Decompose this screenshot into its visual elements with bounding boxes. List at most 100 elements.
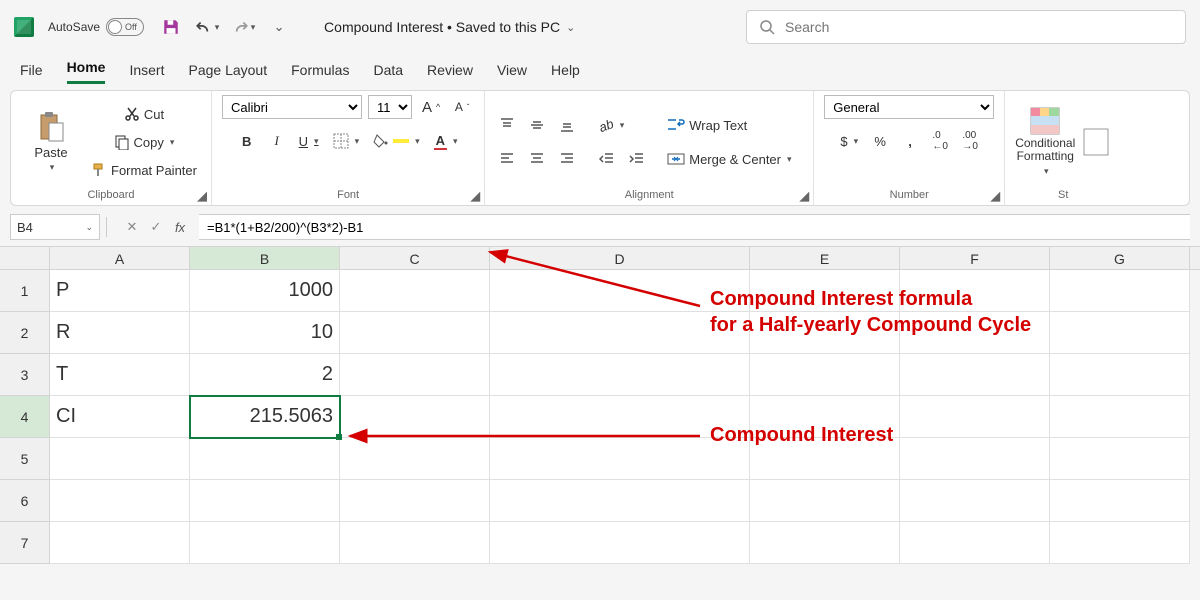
col-header-G[interactable]: G [1050,247,1190,269]
cell-D7[interactable] [490,522,750,564]
paste-button[interactable]: Paste ▾ [21,102,81,182]
cell-F6[interactable] [900,480,1050,522]
increase-indent-button[interactable] [625,147,649,171]
cell-F1[interactable] [900,270,1050,312]
cell-E4[interactable] [750,396,900,438]
cell-G6[interactable] [1050,480,1190,522]
insert-function-button[interactable]: fx [169,216,191,238]
underline-button[interactable]: U▾ [295,129,323,153]
align-center-button[interactable] [525,147,549,171]
cell-B7[interactable] [190,522,340,564]
name-box[interactable]: B4 ⌄ [10,214,100,240]
autosave-toggle[interactable]: Off [106,18,144,36]
search-box[interactable] [746,10,1186,44]
row-header-6[interactable]: 6 [0,480,50,522]
redo-button[interactable]: ▾ [230,14,256,40]
decrease-indent-button[interactable] [595,147,619,171]
row-header-5[interactable]: 5 [0,438,50,480]
row-header-2[interactable]: 2 [0,312,50,354]
align-top-button[interactable] [495,113,519,137]
cell-D4[interactable] [490,396,750,438]
decrease-font-button[interactable]: Aˇ [450,95,474,119]
cell-C5[interactable] [340,438,490,480]
cell-E6[interactable] [750,480,900,522]
cell-A5[interactable] [50,438,190,480]
clipboard-launcher[interactable]: ◢ [195,189,209,203]
cell-E5[interactable] [750,438,900,480]
increase-font-button[interactable]: A^ [418,95,444,119]
tab-view[interactable]: View [497,62,527,84]
decrease-decimal-button[interactable]: .00→0 [958,129,982,153]
cell-B2[interactable]: 10 [190,312,340,354]
undo-button[interactable]: ▾ [194,14,220,40]
cell-G5[interactable] [1050,438,1190,480]
cell-C4[interactable] [340,396,490,438]
cell-D5[interactable] [490,438,750,480]
cell-C6[interactable] [340,480,490,522]
align-right-button[interactable] [555,147,579,171]
bold-button[interactable]: B [235,129,259,153]
merge-center-button[interactable]: Merge & Center▾ [663,147,803,171]
format-painter-button[interactable]: Format Painter [87,158,201,182]
row-header-4[interactable]: 4 [0,396,50,438]
cell-A6[interactable] [50,480,190,522]
cell-B3[interactable]: 2 [190,354,340,396]
cell-C2[interactable] [340,312,490,354]
col-header-C[interactable]: C [340,247,490,269]
cell-D6[interactable] [490,480,750,522]
font-launcher[interactable]: ◢ [468,189,482,203]
align-bottom-button[interactable] [555,113,579,137]
fill-color-button[interactable]: ▾ [369,129,424,153]
row-header-3[interactable]: 3 [0,354,50,396]
italic-button[interactable]: I [265,129,289,153]
row-header-7[interactable]: 7 [0,522,50,564]
cell-D2[interactable] [490,312,750,354]
tab-page-layout[interactable]: Page Layout [188,62,267,84]
cell-B5[interactable] [190,438,340,480]
format-as-table-button[interactable] [1081,102,1111,182]
cell-B4[interactable]: 215.5063 [190,396,340,438]
cell-A4[interactable]: CI [50,396,190,438]
col-header-B[interactable]: B [190,247,340,269]
orientation-button[interactable]: ab▾ [595,113,628,137]
cell-E2[interactable] [750,312,900,354]
cell-G4[interactable] [1050,396,1190,438]
enter-formula-button[interactable]: ✓ [145,216,167,238]
formula-input[interactable] [199,214,1190,240]
increase-decimal-button[interactable]: .0←0 [928,129,952,153]
cell-A1[interactable]: P [50,270,190,312]
align-left-button[interactable] [495,147,519,171]
font-color-button[interactable]: A▾ [430,129,462,153]
cell-F2[interactable] [900,312,1050,354]
tab-review[interactable]: Review [427,62,473,84]
percent-button[interactable]: % [868,129,892,153]
col-header-D[interactable]: D [490,247,750,269]
tab-formulas[interactable]: Formulas [291,62,349,84]
cell-F4[interactable] [900,396,1050,438]
cell-G7[interactable] [1050,522,1190,564]
col-header-A[interactable]: A [50,247,190,269]
cell-G1[interactable] [1050,270,1190,312]
row-header-1[interactable]: 1 [0,270,50,312]
tab-data[interactable]: Data [373,62,403,84]
number-launcher[interactable]: ◢ [988,189,1002,203]
cell-D1[interactable] [490,270,750,312]
tab-file[interactable]: File [20,62,43,84]
cell-C7[interactable] [340,522,490,564]
tab-help[interactable]: Help [551,62,580,84]
comma-button[interactable]: , [898,129,922,153]
currency-button[interactable]: $▾ [836,129,862,153]
search-input[interactable] [785,19,1173,35]
cell-B1[interactable]: 1000 [190,270,340,312]
cell-D3[interactable] [490,354,750,396]
font-name-select[interactable]: Calibri [222,95,362,119]
borders-button[interactable]: ▾ [329,129,364,153]
align-middle-button[interactable] [525,113,549,137]
copy-button[interactable]: Copy▾ [87,130,201,154]
cell-A2[interactable]: R [50,312,190,354]
cell-E1[interactable] [750,270,900,312]
tab-home[interactable]: Home [67,59,106,84]
document-title[interactable]: Compound Interest • Saved to this PC ⌄ [324,19,575,35]
font-size-select[interactable]: 11 [368,95,412,119]
col-header-F[interactable]: F [900,247,1050,269]
